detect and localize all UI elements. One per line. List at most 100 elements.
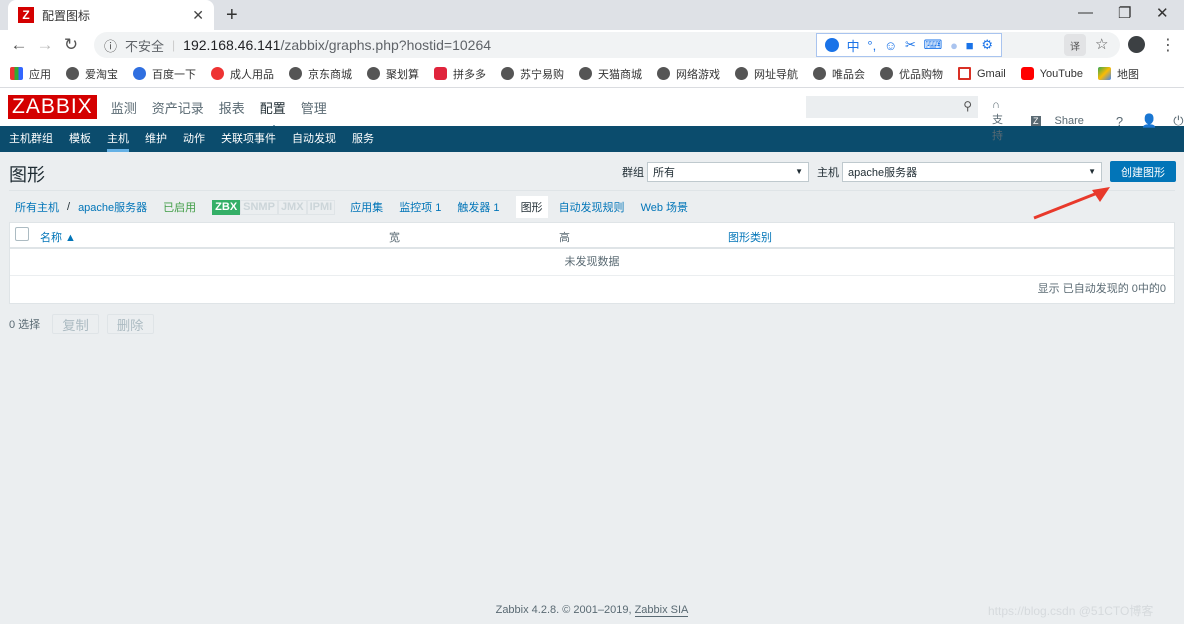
bookmark-item[interactable]: 百度一下	[133, 66, 196, 82]
bookmark-item[interactable]: 地图	[1097, 66, 1139, 82]
browser-tab[interactable]: Z 配置图标 ✕	[8, 0, 214, 30]
delete-button[interactable]: 删除	[106, 314, 154, 334]
main-nav-inventory[interactable]: 资产记录	[152, 98, 204, 117]
tab-graphs[interactable]: 图形	[515, 196, 548, 218]
create-graph-button[interactable]: 创建图形	[1110, 161, 1176, 182]
globe-icon	[501, 67, 514, 80]
copyright-text: Zabbix 4.2.8. © 2001–2019,	[495, 604, 635, 616]
info-icon[interactable]: ⓘ	[104, 36, 117, 55]
profile-icon[interactable]	[1128, 36, 1145, 53]
zabbix-sia-link[interactable]: Zabbix SIA	[634, 604, 689, 617]
main-nav-administration[interactable]: 管理	[301, 98, 327, 117]
bookmark-item[interactable]: 网络游戏	[657, 66, 720, 82]
back-icon[interactable]: ←	[6, 35, 32, 55]
ipmi-badge: IPMI	[306, 199, 336, 215]
host-navigation: 所有主机 / apache服务器 已启用 ZBX SNMP JMX IPMI 应…	[0, 192, 1184, 222]
bookmark-label: 天猫商城	[598, 68, 642, 81]
subnav-event-correlation[interactable]: 关联项事件	[221, 126, 276, 152]
zabbix-header: ZABBIX 监测 资产记录 报表 配置 管理 ⚲ ∩ 支持 Z Share ? …	[0, 88, 1184, 142]
help-icon[interactable]: ?	[1116, 114, 1123, 129]
globe-icon	[813, 67, 826, 80]
bookmark-item[interactable]: 优品购物	[880, 66, 943, 82]
subnav-hosts[interactable]: 主机	[107, 126, 129, 152]
bookmark-item[interactable]: 天猫商城	[579, 66, 642, 82]
subnav-services[interactable]: 服务	[352, 126, 374, 152]
ime-scissors-icon[interactable]: ✂	[905, 37, 916, 53]
breadcrumb-separator: /	[67, 201, 71, 213]
annotation-arrow-icon	[1033, 187, 1110, 220]
column-graph-type[interactable]: 图形类别	[728, 229, 772, 245]
breadcrumb-host[interactable]: apache服务器	[78, 199, 147, 215]
bookmark-label: 聚划算	[386, 68, 419, 81]
new-tab-button[interactable]: +	[226, 4, 238, 27]
close-window-icon[interactable]: ✕	[1156, 4, 1169, 22]
ime-punctuation-icon[interactable]: °,	[867, 38, 876, 53]
browser-menu-icon[interactable]: ⋮	[1160, 35, 1176, 55]
select-all-checkbox[interactable]	[15, 227, 29, 241]
bookmark-item[interactable]: 京东商城	[289, 66, 352, 82]
ime-settings-icon[interactable]: ⚙	[981, 37, 993, 53]
bookmark-item[interactable]: 爱淘宝	[66, 66, 118, 82]
tab-applications[interactable]: 应用集	[350, 199, 383, 215]
bookmark-item[interactable]: 应用	[10, 66, 51, 82]
zabbix-logo[interactable]: ZABBIX	[8, 95, 97, 119]
ime-skin-icon[interactable]: ■	[966, 38, 974, 53]
bookmark-label: 优品购物	[899, 68, 943, 81]
restore-icon[interactable]: ❐	[1118, 4, 1131, 22]
bookmark-label: 网络游戏	[676, 68, 720, 81]
snmp-badge: SNMP	[240, 199, 278, 215]
ime-chinese-icon[interactable]: 中	[847, 36, 860, 55]
url-text[interactable]: 192.168.46.141/zabbix/graphs.php?hostid=…	[183, 37, 491, 53]
bookmark-item[interactable]: YouTube	[1020, 67, 1083, 80]
tab-triggers[interactable]: 触发器 1	[457, 199, 499, 215]
subnav-actions[interactable]: 动作	[183, 126, 205, 152]
bookmark-item[interactable]: 苏宁易购	[501, 66, 564, 82]
search-icon[interactable]: ⚲	[963, 99, 972, 113]
subnav-host-groups[interactable]: 主机群组	[9, 126, 53, 152]
no-data-message: 未发现数据	[10, 249, 1174, 276]
close-tab-icon[interactable]: ✕	[192, 7, 204, 24]
bookmark-item[interactable]: Gmail	[958, 67, 1006, 80]
subnav-templates[interactable]: 模板	[69, 126, 91, 152]
bookmark-item[interactable]: 唯品会	[813, 66, 865, 82]
share-link[interactable]: Z Share	[1031, 115, 1098, 127]
support-link[interactable]: ∩ 支持	[992, 99, 1017, 143]
reload-icon[interactable]: ↻	[58, 35, 84, 55]
minimize-icon[interactable]: —	[1078, 4, 1093, 21]
bookmark-item[interactable]: 聚划算	[367, 66, 419, 82]
tab-web-scenarios[interactable]: Web 场景	[641, 199, 688, 215]
translate-icon[interactable]: 译	[1064, 34, 1086, 56]
main-nav-reports[interactable]: 报表	[219, 98, 245, 117]
column-name[interactable]: 名称 ▲	[40, 229, 76, 245]
breadcrumb-all-hosts[interactable]: 所有主机	[15, 199, 59, 215]
ime-person-icon[interactable]: ●	[950, 38, 958, 53]
logout-icon[interactable]: ⏻	[1173, 113, 1183, 129]
main-nav-monitoring[interactable]: 监测	[111, 98, 137, 117]
ime-user-icon[interactable]	[824, 38, 839, 52]
support-label: 支持	[992, 114, 1003, 142]
search-input[interactable]: ⚲	[806, 96, 978, 118]
host-status[interactable]: 已启用	[163, 199, 196, 215]
host-select-value: apache服务器	[848, 166, 918, 179]
main-nav: 监测 资产记录 报表 配置 管理	[111, 98, 342, 131]
group-select[interactable]: 所有 ▼	[647, 161, 809, 182]
tab-discovery-rules[interactable]: 自动发现规则	[559, 199, 625, 215]
bookmark-item[interactable]: 拼多多	[434, 66, 486, 82]
host-select[interactable]: apache服务器 ▼	[842, 161, 1102, 182]
main-nav-configuration[interactable]: 配置	[260, 98, 286, 131]
ime-keyboard-icon[interactable]: ⌨	[924, 37, 943, 53]
bookmark-star-icon[interactable]: ☆	[1095, 35, 1108, 53]
copy-button[interactable]: 复制	[52, 314, 99, 334]
subnav-discovery[interactable]: 自动发现	[292, 126, 336, 152]
forward-icon[interactable]: →	[32, 35, 58, 55]
ime-emoji-icon[interactable]: ☺	[884, 38, 897, 53]
graphs-table: 名称 ▲ 宽 高 图形类别 未发现数据 显示 已自动发现的 0中的0	[9, 222, 1175, 304]
user-profile-icon[interactable]: 👤	[1141, 113, 1157, 129]
divider: |	[172, 38, 176, 52]
globe-icon	[367, 67, 380, 80]
bookmark-item[interactable]: 成人用品	[211, 66, 274, 82]
tab-items[interactable]: 监控项 1	[399, 199, 441, 215]
subnav-maintenance[interactable]: 维护	[145, 126, 167, 152]
watermark: https://blog.csdn @51CTO博客	[988, 604, 1154, 618]
bookmark-item[interactable]: 网址导航	[735, 66, 798, 82]
